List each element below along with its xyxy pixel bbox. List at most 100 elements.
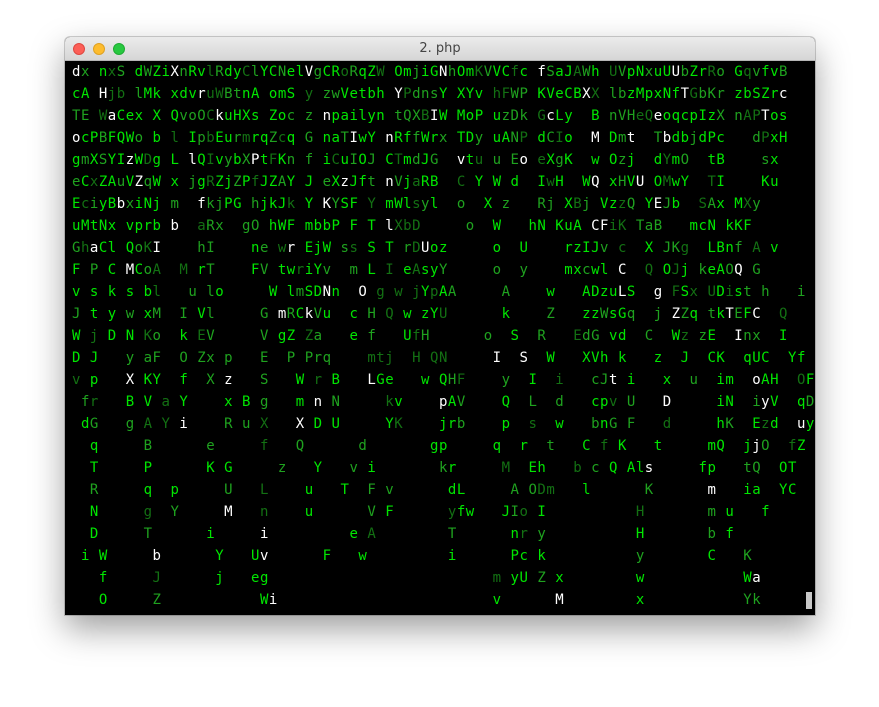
terminal-char: c xyxy=(591,372,600,388)
terminal-char: r xyxy=(89,394,99,410)
terminal-char: P xyxy=(761,130,770,146)
terminal-char: a xyxy=(412,174,421,190)
terminal-char: s xyxy=(528,416,537,432)
terminal-char: a xyxy=(197,218,206,234)
terminal-char: I xyxy=(537,174,546,190)
terminal-char: k xyxy=(268,196,278,212)
terminal-char: f xyxy=(259,438,269,454)
terminal-char: z xyxy=(501,108,511,124)
terminal-char: s xyxy=(609,306,618,322)
terminal-char: j xyxy=(313,240,323,256)
terminal-char: x xyxy=(107,218,117,234)
terminal-char: L xyxy=(555,108,564,124)
terminal-char: P xyxy=(403,86,412,102)
terminal-char: I xyxy=(528,372,537,388)
terminal-char: y xyxy=(519,262,528,278)
terminal-char: n xyxy=(98,64,108,80)
terminal-char: r xyxy=(251,130,260,146)
terminal-char: Z xyxy=(233,174,242,190)
terminal-char: B xyxy=(716,240,725,256)
terminal-char: w xyxy=(358,548,367,564)
terminal-char: h xyxy=(251,196,260,212)
terminal-char: q xyxy=(322,350,332,366)
terminal-char: b xyxy=(322,218,332,234)
terminal-char: h xyxy=(492,86,502,102)
terminal-char: N xyxy=(322,284,332,300)
terminal-char: V xyxy=(617,64,627,80)
terminal-char: u xyxy=(725,504,734,520)
terminal-char: M xyxy=(80,218,90,234)
terminal-char: Z xyxy=(152,64,161,80)
terminal-char: Q xyxy=(734,262,743,278)
terminal-char: N xyxy=(277,64,287,80)
terminal-char: A xyxy=(143,416,153,432)
terminal-char: x xyxy=(107,64,117,80)
terminal-char: S xyxy=(546,64,555,80)
terminal-char: Y xyxy=(438,262,448,278)
terminal-char: b xyxy=(233,152,242,168)
terminal-char: V xyxy=(617,108,627,124)
terminal-output[interactable]: dxnxSdWZiXnRvlRdyClYCNelVgCRoRqZWOmjiGNh… xyxy=(65,61,815,615)
terminal-char: f xyxy=(510,64,519,80)
terminal-char: i xyxy=(555,372,564,388)
terminal-char: x xyxy=(653,86,663,102)
terminal-char: O xyxy=(358,284,367,300)
terminal-char: t xyxy=(743,284,752,300)
terminal-char: j xyxy=(546,196,555,212)
terminal-char: s xyxy=(421,262,430,278)
terminal-char: F xyxy=(600,218,609,234)
terminal-char: z xyxy=(653,350,663,366)
terminal-char: M xyxy=(152,306,161,322)
terminal-char: e xyxy=(635,108,645,124)
terminal-char: Y xyxy=(394,86,403,102)
terminal-char: r xyxy=(430,130,439,146)
terminal-char: o xyxy=(143,262,153,278)
terminal-char: z xyxy=(617,152,627,168)
terminal-char: x xyxy=(770,152,779,168)
terminal-char: x xyxy=(662,372,672,388)
terminal-char: C xyxy=(788,482,797,498)
terminal-char: m xyxy=(242,130,251,146)
terminal-char: f xyxy=(179,372,188,388)
terminal-char: y xyxy=(761,394,770,410)
terminal-char: x xyxy=(770,130,779,146)
terminal-char: X xyxy=(564,196,573,212)
terminal-char: l xyxy=(600,262,609,278)
terminal-char: u xyxy=(72,218,81,234)
terminal-char: O xyxy=(251,218,260,234)
terminal-char: v xyxy=(349,460,358,476)
terminal-char: q xyxy=(286,130,296,146)
terminal-char: M xyxy=(143,86,153,102)
terminal-char: S xyxy=(698,196,707,212)
terminal-char: y xyxy=(98,196,108,212)
terminal-char: n xyxy=(179,64,188,80)
terminal-char: N xyxy=(143,196,153,212)
terminal-char: K xyxy=(322,196,332,212)
terminal-char: A xyxy=(626,460,636,476)
terminal-char: v xyxy=(474,86,484,102)
terminal-char: Z xyxy=(134,174,144,190)
terminal-char: h xyxy=(528,218,537,234)
terminal-char: p xyxy=(134,218,144,234)
terminal-char: x xyxy=(609,174,618,190)
terminal-char: M xyxy=(125,262,135,278)
terminal-char: N xyxy=(89,504,99,520)
terminal-char: v xyxy=(770,64,779,80)
terminal-char: u xyxy=(304,504,314,520)
terminal-char: T xyxy=(367,218,376,234)
terminal-char: X xyxy=(483,196,493,212)
terminal-char: m xyxy=(295,284,305,300)
terminal-char: U xyxy=(438,306,448,322)
terminal-char: a xyxy=(161,394,170,410)
terminal-char: Q xyxy=(644,262,654,278)
title-bar[interactable]: 2. php xyxy=(65,37,815,61)
terminal-char: F xyxy=(671,284,681,300)
terminal-char: H xyxy=(635,504,645,520)
terminal-char: z xyxy=(304,108,314,124)
terminal-char: S xyxy=(98,152,108,168)
terminal-char: r xyxy=(295,262,305,278)
terminal-char: k xyxy=(179,328,188,344)
terminal-char: x xyxy=(215,218,224,234)
terminal-char: Y xyxy=(474,174,484,190)
terminal-char: Z xyxy=(197,350,206,366)
